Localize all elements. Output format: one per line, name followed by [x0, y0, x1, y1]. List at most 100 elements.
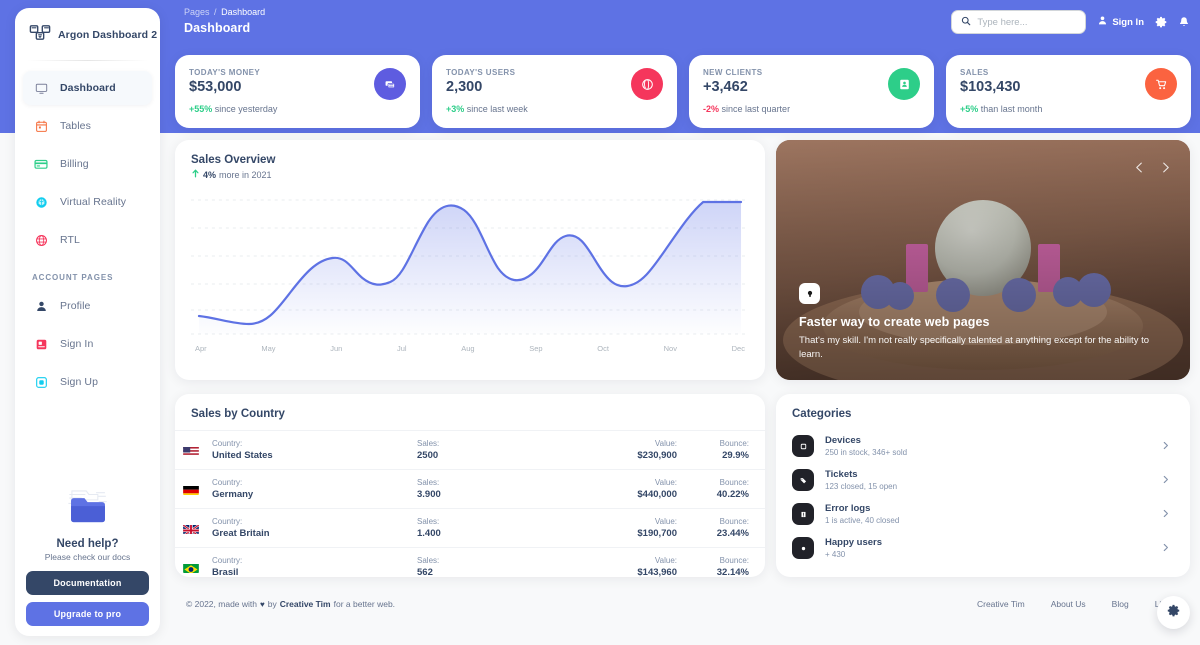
category-text: Tickets 123 closed, 15 open: [825, 469, 1161, 491]
table-row[interactable]: Country: Germany Sales: 3.900 Value: $44…: [175, 469, 765, 508]
stat-delta-pct: +5%: [960, 104, 979, 114]
category-name: Tickets: [825, 469, 858, 480]
stat-card-new-clients: NEW CLIENTS +3,462 -2% since last quarte…: [689, 55, 934, 128]
sidebar-section-title: ACCOUNT PAGES: [32, 273, 114, 282]
country-cell: Country: Great Britain: [212, 517, 417, 539]
chevron-right-icon[interactable]: [1161, 441, 1174, 452]
x-tick: May: [261, 344, 276, 353]
category-text: Error logs 1 is active, 40 closed: [825, 503, 1161, 525]
table-row[interactable]: Country: Brasil Sales: 562 Value: $143,9…: [175, 547, 765, 586]
breadcrumb-separator: /: [214, 7, 217, 17]
login-icon: [31, 334, 51, 354]
chevron-right-icon[interactable]: [1161, 509, 1174, 520]
carousel-description: That's my skill. I'm not really specific…: [799, 335, 1150, 361]
copyright-suffix: for a better web.: [333, 599, 396, 609]
search-input[interactable]: [977, 16, 1077, 28]
bounce-value: 29.9%: [722, 450, 749, 461]
heart-icon: ♥: [260, 599, 265, 609]
footer-link-creative-tim[interactable]: Creative Tim: [977, 599, 1025, 609]
category-name: Error logs: [825, 503, 871, 514]
upgrade-to-pro-button[interactable]: Upgrade to pro: [26, 602, 149, 626]
stat-delta-text: since yesterday: [214, 104, 278, 114]
category-sub: + 430: [825, 550, 846, 559]
footer-link-blog[interactable]: Blog: [1112, 599, 1129, 609]
bounce-value: 23.44%: [716, 528, 749, 539]
category-name: Devices: [825, 435, 861, 446]
sidebar: Argon Dashboard 2 Dashboard Tables Billi…: [15, 8, 160, 636]
gear-icon[interactable]: [1155, 16, 1167, 28]
x-tick: Aug: [461, 344, 475, 353]
chevron-right-icon[interactable]: [1161, 543, 1174, 554]
stat-delta: -2% since last quarter: [703, 104, 920, 114]
settings-fab-button[interactable]: [1157, 596, 1190, 629]
footer-author[interactable]: Creative Tim: [280, 599, 331, 609]
error-log-icon: [792, 503, 814, 525]
category-text: Devices 250 in stock, 346+ sold: [825, 435, 1161, 457]
sign-in-button[interactable]: Sign In: [1097, 15, 1144, 29]
sales-chart: Apr May Jun Jul Aug Sep Oct Nov Dec: [191, 192, 749, 367]
sidebar-item-sign-up[interactable]: Sign Up: [23, 365, 152, 399]
flag-gb-icon: [183, 523, 199, 534]
carousel-content: Faster way to create web pages That's my…: [799, 283, 1166, 362]
copyright-by: by: [267, 599, 277, 609]
category-sub: 250 in stock, 346+ sold: [825, 448, 908, 457]
x-tick: Dec: [731, 344, 745, 353]
categories-title: Categories: [792, 408, 852, 420]
sales-cell: Sales: 2500: [417, 439, 557, 461]
value-key: Value:: [654, 478, 677, 487]
sidebar-item-label: Virtual Reality: [60, 196, 127, 208]
globe-icon: [31, 230, 51, 250]
sidebar-item-billing[interactable]: Billing: [23, 147, 152, 181]
device-icon: [792, 435, 814, 457]
breadcrumb-current: Dashboard: [221, 7, 266, 17]
sidebar-item-label: Sign In: [60, 338, 94, 350]
bounce-key: Bounce:: [719, 556, 749, 565]
bounce-cell: Bounce: 23.44%: [677, 517, 749, 539]
sales-overview-title: Sales Overview: [191, 154, 276, 166]
ticket-icon: [792, 469, 814, 491]
stat-delta: +55% since yesterday: [189, 104, 406, 114]
copyright-prefix: © 2022, made with: [186, 599, 257, 609]
sidebar-item-tables[interactable]: Tables: [23, 109, 152, 143]
signup-icon: [31, 372, 51, 392]
list-item[interactable]: Happy users + 430: [792, 531, 1174, 565]
vr-box-icon: [31, 192, 51, 212]
brand[interactable]: Argon Dashboard 2: [15, 8, 160, 60]
sidebar-item-profile[interactable]: Profile: [23, 289, 152, 323]
list-item[interactable]: Error logs 1 is active, 40 closed: [792, 497, 1174, 531]
bounce-cell: Bounce: 40.22%: [677, 478, 749, 500]
footer-link-about-us[interactable]: About Us: [1051, 599, 1086, 609]
sidebar-item-sign-in[interactable]: Sign In: [23, 327, 152, 361]
flag-us-icon: [183, 445, 199, 456]
chevron-left-icon[interactable]: [1130, 158, 1148, 176]
table-row[interactable]: Country: United States Sales: 2500 Value…: [175, 430, 765, 469]
sales-key: Sales:: [417, 517, 440, 526]
value-value: $190,700: [637, 528, 677, 539]
desktop-icon: [31, 78, 51, 98]
sales-overview-rest: more in 2021: [219, 169, 272, 180]
search-box[interactable]: [951, 10, 1087, 34]
stat-label: NEW CLIENTS: [703, 68, 763, 77]
breadcrumb-root[interactable]: Pages: [184, 7, 210, 17]
help-title: Need help?: [56, 538, 119, 550]
stat-delta-text: since last quarter: [721, 104, 791, 114]
breadcrumb: Pages / Dashboard: [184, 7, 265, 17]
table-row[interactable]: Country: Great Britain Sales: 1.400 Valu…: [175, 508, 765, 547]
sidebar-item-virtual-reality[interactable]: Virtual Reality: [23, 185, 152, 219]
chevron-right-icon[interactable]: [1156, 158, 1174, 176]
bell-icon[interactable]: [1178, 16, 1190, 28]
sidebar-item-rtl[interactable]: RTL: [23, 223, 152, 257]
bounce-cell: Bounce: 29.9%: [677, 439, 749, 461]
x-tick: Jun: [330, 344, 343, 353]
category-sub: 1 is active, 40 closed: [825, 516, 900, 525]
list-item[interactable]: Tickets 123 closed, 15 open: [792, 463, 1174, 497]
documentation-button[interactable]: Documentation: [26, 571, 149, 595]
chevron-right-icon[interactable]: [1161, 475, 1174, 486]
stat-delta-text: than last month: [980, 104, 1043, 114]
country-value: Great Britain: [212, 528, 270, 539]
stat-label: TODAY'S USERS: [446, 68, 516, 77]
page-title: Dashboard: [184, 21, 251, 35]
sales-key: Sales:: [417, 478, 440, 487]
sidebar-item-dashboard[interactable]: Dashboard: [23, 71, 152, 105]
list-item[interactable]: Devices 250 in stock, 346+ sold: [792, 429, 1174, 463]
